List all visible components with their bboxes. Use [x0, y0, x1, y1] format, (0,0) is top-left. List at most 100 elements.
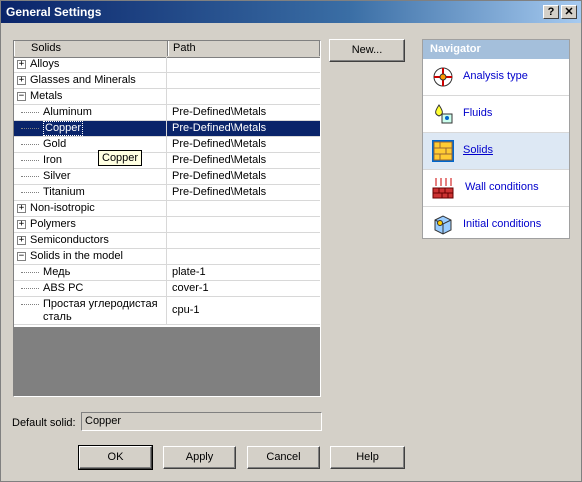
- path-cell: cover-1: [172, 282, 209, 294]
- path-cell: [168, 201, 320, 216]
- grid-rows: + Alloys + Glasses and Minerals − Metals Alumi…: [14, 57, 320, 325]
- path-cell: Pre-Defined\Metals: [172, 154, 267, 166]
- column-header-path[interactable]: Path: [168, 41, 320, 56]
- solids-cell: Простая углеродистая сталь: [14, 297, 167, 324]
- solids-icon: [432, 140, 454, 162]
- path-cell: [168, 89, 320, 104]
- solids-cell: Gold: [14, 137, 167, 152]
- expand-icon[interactable]: +: [17, 60, 26, 69]
- table-row[interactable]: Aluminum Pre-Defined\Metals: [14, 105, 320, 121]
- row-label: Glasses and Minerals: [30, 74, 136, 86]
- table-row[interactable]: Copper Pre-Defined\Metals: [14, 121, 320, 137]
- row-label: Alloys: [30, 58, 60, 70]
- solids-cell: − Solids in the model: [14, 249, 167, 264]
- help-button-label: Help: [356, 451, 379, 463]
- collapse-icon[interactable]: −: [17, 252, 26, 261]
- nav-label: Analysis type: [463, 70, 528, 82]
- collapse-icon[interactable]: −: [17, 92, 26, 101]
- row-label: Aluminum: [43, 106, 92, 118]
- row-label: Polymers: [30, 218, 76, 230]
- table-row[interactable]: Silver Pre-Defined\Metals: [14, 169, 320, 185]
- solids-cell: Silver: [14, 169, 167, 184]
- solids-cell: Copper: [14, 121, 167, 136]
- path-cell: [168, 57, 320, 72]
- new-button[interactable]: New...: [329, 39, 405, 62]
- column-header-solids[interactable]: Solids: [14, 41, 168, 56]
- path-cell: Pre-Defined\Metals: [172, 122, 267, 134]
- wall-conditions-icon: [432, 178, 454, 199]
- expand-icon[interactable]: +: [17, 76, 26, 85]
- path-cell: cpu-1: [172, 304, 200, 316]
- solids-cell: + Alloys: [14, 57, 167, 72]
- solids-cell: + Non-isotropic: [14, 201, 167, 216]
- ok-button[interactable]: OK: [78, 445, 153, 470]
- table-row[interactable]: ABS PC cover-1: [14, 281, 320, 297]
- expand-icon[interactable]: +: [17, 236, 26, 245]
- table-row[interactable]: + Polymers: [14, 217, 320, 233]
- nav-item-initial-conditions[interactable]: Initial conditions: [423, 207, 569, 243]
- nav-item-analysis-type[interactable]: Analysis type: [423, 59, 569, 96]
- solids-cell: + Semiconductors: [14, 233, 167, 248]
- navigator-title: Navigator: [423, 40, 569, 59]
- path-cell: Pre-Defined\Metals: [172, 138, 267, 150]
- solids-cell: + Glasses and Minerals: [14, 73, 167, 88]
- table-row[interactable]: Простая углеродистая сталь cpu-1: [14, 297, 320, 325]
- nav-label: Wall conditions: [465, 181, 539, 193]
- cancel-button[interactable]: Cancel: [247, 446, 320, 469]
- path-cell: [168, 249, 320, 264]
- tree-connector: [21, 304, 39, 305]
- table-row[interactable]: Gold Pre-Defined\Metals: [14, 137, 320, 153]
- analysis-type-icon: [433, 67, 453, 87]
- path-cell: Pre-Defined\Metals: [172, 186, 267, 198]
- path-cell: Pre-Defined\Metals: [172, 106, 267, 118]
- row-label: Solids in the model: [30, 250, 123, 262]
- row-label: Медь: [43, 266, 71, 278]
- row-label: Titanium: [43, 186, 85, 198]
- tree-connector: [21, 288, 39, 289]
- default-solid-label: Default solid:: [12, 417, 76, 429]
- new-button-label: New...: [351, 44, 383, 56]
- apply-button[interactable]: Apply: [163, 446, 236, 469]
- expand-icon[interactable]: +: [17, 220, 26, 229]
- nav-item-fluids[interactable]: Fluids: [423, 96, 569, 133]
- table-row[interactable]: Iron Pre-Defined\Metals: [14, 153, 320, 169]
- tree-connector: [21, 272, 39, 273]
- path-cell: [168, 217, 320, 232]
- tree-connector: [21, 144, 39, 145]
- nav-label: Initial conditions: [463, 218, 542, 230]
- solids-cell: + Polymers: [14, 217, 167, 232]
- help-button[interactable]: Help: [330, 446, 405, 469]
- solids-grid: Solids Path + Alloys + Glasses and Minerals…: [13, 40, 321, 397]
- nav-item-wall-conditions[interactable]: Wall conditions: [423, 170, 569, 207]
- nav-item-solids[interactable]: Solids: [423, 133, 569, 170]
- row-label: Silver: [43, 170, 71, 182]
- solids-cell: Aluminum: [14, 105, 167, 120]
- table-row[interactable]: + Glasses and Minerals: [14, 73, 320, 89]
- tree-connector: [21, 176, 39, 177]
- apply-button-label: Apply: [185, 451, 214, 463]
- solids-cell: ABS PC: [14, 281, 167, 296]
- nav-label: Solids: [463, 144, 493, 156]
- row-label: ABS PC: [43, 282, 84, 294]
- table-row[interactable]: + Semiconductors: [14, 233, 320, 249]
- table-row[interactable]: Медь plate-1: [14, 265, 320, 281]
- expand-icon[interactable]: +: [17, 204, 26, 213]
- table-row[interactable]: + Non-isotropic: [14, 201, 320, 217]
- path-cell: plate-1: [172, 266, 206, 278]
- row-label: Iron: [43, 154, 62, 166]
- table-row[interactable]: + Alloys: [14, 57, 320, 73]
- initial-conditions-icon: [434, 215, 452, 235]
- title-bar: General Settings ? ✕: [1, 1, 581, 23]
- path-cell: Pre-Defined\Metals: [172, 170, 267, 182]
- help-title-button[interactable]: ?: [543, 5, 559, 19]
- general-settings-dialog: General Settings ? ✕ Solids Path + Alloys…: [0, 0, 582, 482]
- table-row[interactable]: − Metals: [14, 89, 320, 105]
- close-button[interactable]: ✕: [561, 5, 577, 19]
- default-solid-field[interactable]: Copper: [81, 412, 322, 431]
- table-row[interactable]: − Solids in the model: [14, 249, 320, 265]
- solids-cell: Медь: [14, 265, 167, 280]
- tree-connector: [21, 112, 39, 113]
- table-row[interactable]: Titanium Pre-Defined\Metals: [14, 185, 320, 201]
- fluids-icon: [435, 104, 453, 124]
- solids-cell: − Metals: [14, 89, 167, 104]
